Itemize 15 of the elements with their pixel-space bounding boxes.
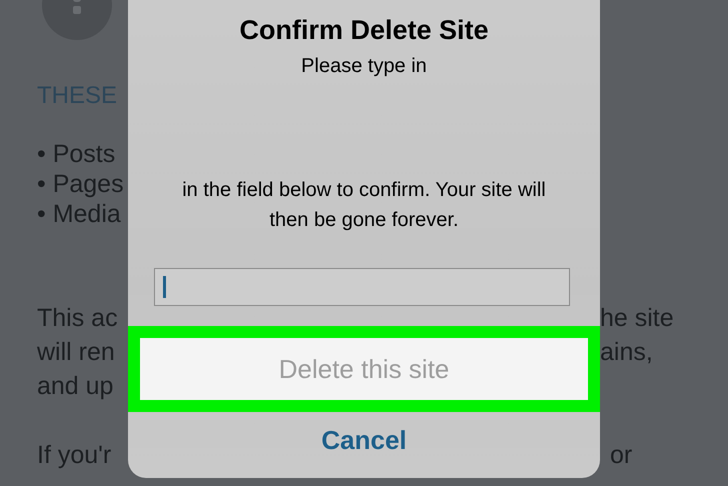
dialog-title: Confirm Delete Site	[239, 14, 489, 47]
dialog-message: Please type in	[301, 54, 427, 79]
paragraph-line: If you'r	[37, 440, 112, 471]
paragraph-line: will ren	[37, 337, 116, 368]
paragraph-line: or	[609, 440, 632, 471]
paragraph-line: This ac	[37, 303, 118, 334]
paragraph-line: and up	[37, 371, 114, 402]
paragraph-line: he site	[600, 303, 674, 334]
input-field[interactable]	[154, 268, 570, 306]
list-item: • Media	[37, 199, 122, 229]
paragraph-line: ains,	[600, 337, 654, 368]
dialog-message: in the field below to confirm. Your site will then be gone forever.	[181, 178, 547, 233]
list-item: • Pages	[37, 169, 124, 199]
list-item: • Posts	[37, 139, 116, 169]
cancel-button[interactable]: Cancel	[301, 412, 427, 468]
